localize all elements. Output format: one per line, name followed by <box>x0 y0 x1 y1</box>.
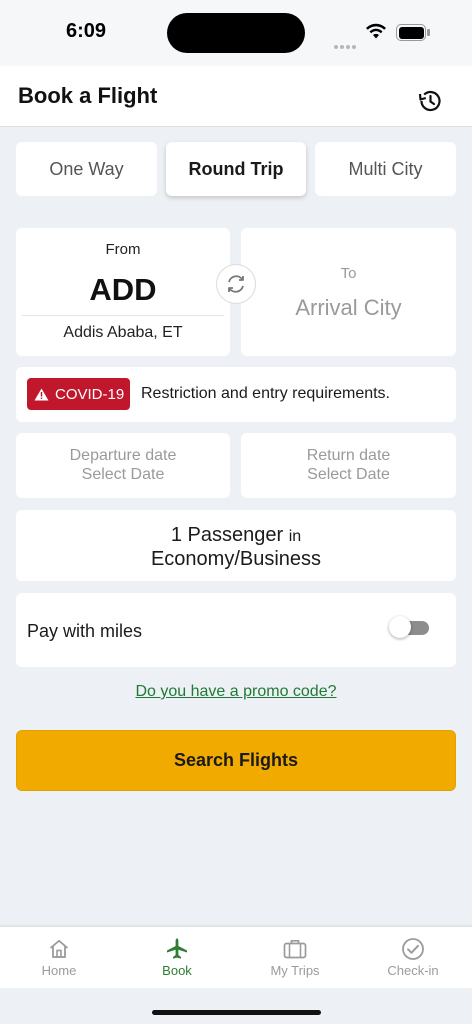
bottom-tab-bar: Home Book My Trips Check-in <box>0 926 472 988</box>
trip-type-round-trip[interactable]: Round Trip <box>166 142 306 196</box>
from-divider <box>22 315 224 316</box>
tab-home[interactable]: Home <box>0 927 118 989</box>
return-date-field[interactable]: Return date Select Date <box>241 433 456 498</box>
check-circle-icon <box>402 938 424 960</box>
airplane-icon <box>167 938 187 959</box>
passenger-count: 1 Passenger <box>170 524 284 546</box>
pay-with-miles-label: Pay with miles <box>27 621 143 641</box>
covid-info-card[interactable]: COVID-19 Restriction and entry requireme… <box>16 367 456 422</box>
search-flights-button[interactable]: Search Flights <box>16 730 456 791</box>
from-airport-code: ADD <box>89 272 157 307</box>
from-label: From <box>105 241 141 258</box>
suitcase-icon <box>283 939 307 959</box>
trip-type-one-way[interactable]: One Way <box>16 142 157 196</box>
status-time: 6:09 <box>66 20 107 42</box>
battery-icon <box>396 24 430 41</box>
app-header: Book a Flight <box>0 66 472 127</box>
page-title: Book a Flight <box>18 83 158 108</box>
covid-badge-label: COVID-19 <box>55 385 125 403</box>
tab-check-in-label: Check-in <box>387 963 439 978</box>
dynamic-island <box>167 13 305 53</box>
tab-book-label: Book <box>162 963 192 978</box>
history-icon[interactable] <box>416 87 444 115</box>
departure-date-field[interactable]: Departure date Select Date <box>16 433 230 498</box>
warning-icon <box>34 388 49 400</box>
pay-with-miles-row: Pay with miles <box>16 593 456 667</box>
tab-my-trips[interactable]: My Trips <box>236 927 354 989</box>
arrival-city-placeholder: Arrival City <box>295 295 402 320</box>
tab-check-in[interactable]: Check-in <box>354 927 472 989</box>
from-airport-card[interactable]: From ADD Addis Ababa, ET <box>16 228 230 356</box>
wifi-icon <box>366 23 386 39</box>
bottom-safe-area <box>0 988 472 1024</box>
home-indicator[interactable] <box>152 1010 321 1015</box>
return-date-label: Return date <box>306 447 391 464</box>
swap-airports-button[interactable] <box>216 264 256 304</box>
pay-with-miles-toggle[interactable] <box>389 616 429 638</box>
trip-type-multi-city[interactable]: Multi City <box>315 142 456 196</box>
return-date-placeholder: Select Date <box>307 466 390 483</box>
tab-book[interactable]: Book <box>118 927 236 989</box>
departure-date-label: Departure date <box>69 447 177 464</box>
passenger-count-line: 1 Passenger in <box>16 524 456 547</box>
cellular-signal-icon <box>334 36 358 54</box>
passenger-connector: in <box>288 528 302 545</box>
covid-restrictions-text: Restriction and entry requirements. <box>141 385 390 402</box>
from-city-name: Addis Ababa, ET <box>63 324 183 341</box>
covid-badge: COVID-19 <box>27 378 130 410</box>
swap-icon <box>228 275 244 293</box>
departure-date-placeholder: Select Date <box>81 466 165 483</box>
tab-home-label: Home <box>41 963 77 978</box>
status-bar: 6:09 <box>0 0 472 66</box>
cabin-class: Economy/Business <box>150 548 322 570</box>
promo-code-link[interactable]: Do you have a promo code? <box>0 683 472 701</box>
passenger-cabin-selector[interactable]: 1 Passenger in Economy/Business <box>16 510 456 581</box>
tab-my-trips-label: My Trips <box>270 963 320 978</box>
home-icon <box>49 939 69 958</box>
to-label: To <box>340 265 357 282</box>
to-airport-card[interactable]: To Arrival City <box>241 228 456 356</box>
